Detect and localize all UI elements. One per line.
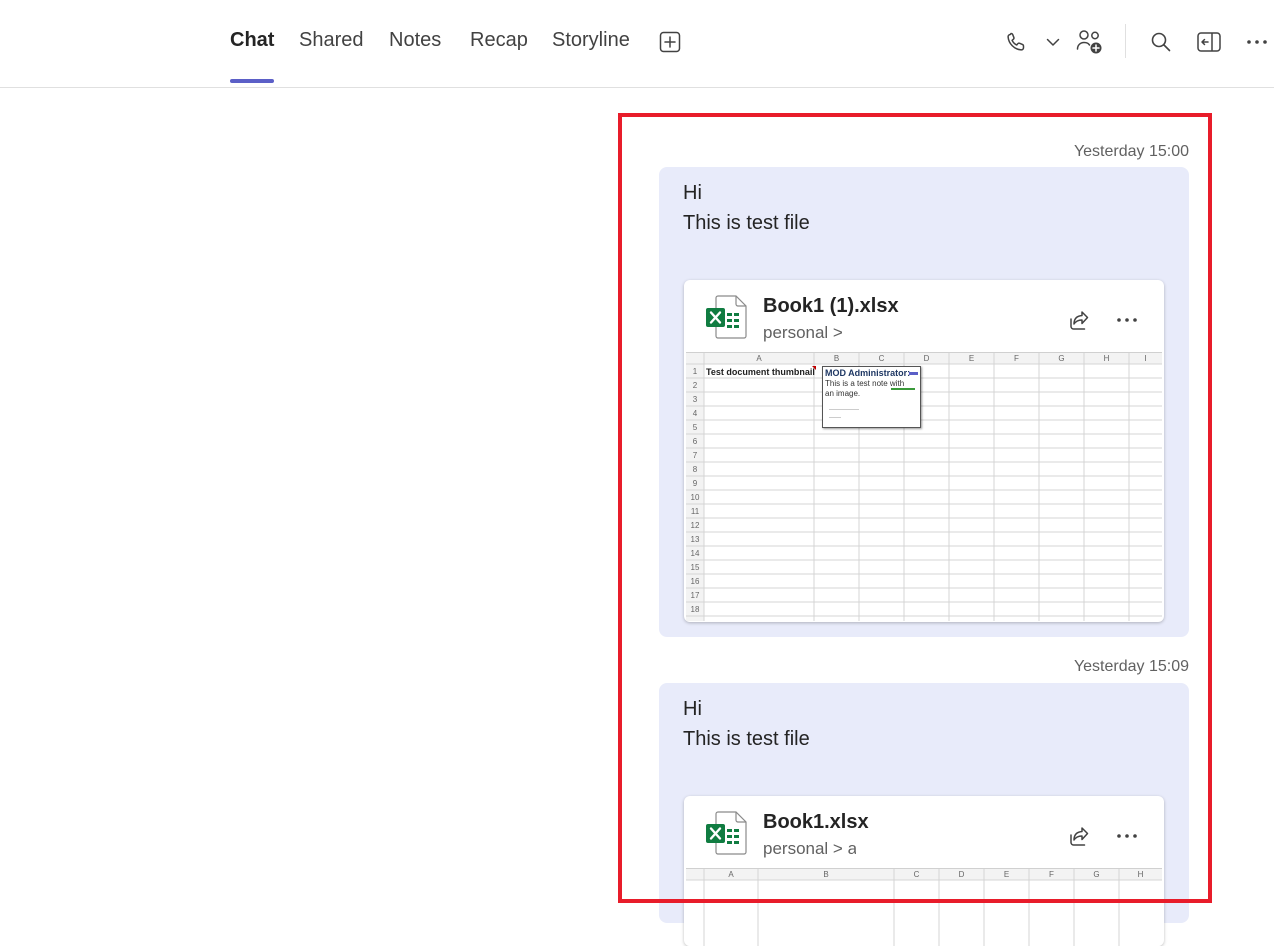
cell-comment: MOD Administrator: This is a test note w… [822,366,921,428]
comment-image-line [829,417,841,418]
spreadsheet-preview[interactable]: A B C D E F G H [686,868,1162,946]
share-icon[interactable] [1063,820,1095,852]
column-header: B [823,870,829,879]
spreadsheet-grid [686,353,1162,621]
file-attachment-card[interactable]: Book1 (1).xlsx personal > A B C D E F G … [684,280,1164,622]
excel-file-icon [704,294,750,340]
phone-icon[interactable] [1000,26,1032,58]
chat-message[interactable]: Hi This is test file Book1 (1).xlsx pers… [659,167,1189,637]
comment-marker [909,372,918,375]
row-number: 14 [690,549,700,558]
comment-author: MOD Administrator: [825,368,911,378]
column-header: D [958,870,965,879]
row-number: 16 [690,577,700,586]
add-people-icon[interactable] [1074,26,1106,58]
tab-shared[interactable]: Shared [299,29,364,52]
message-timestamp: Yesterday 15:00 [1073,143,1189,160]
column-header: F [1049,870,1054,879]
chevron-down-icon[interactable] [1037,26,1069,58]
column-header: G [1093,870,1100,879]
file-path: personal > a [763,839,858,858]
column-header: H [1137,870,1144,879]
spreadsheet-grid [686,869,1162,946]
chat-message[interactable]: Hi This is test file Book1.xlsx personal… [659,683,1189,946]
column-header: G [1058,354,1065,363]
row-number: 11 [690,507,700,516]
row-number: 18 [690,605,700,614]
comment-underline [891,388,915,390]
active-tab-indicator [230,79,274,83]
more-options-icon[interactable] [1111,820,1143,852]
column-header: E [1003,870,1010,879]
message-text-line: This is test file [683,212,810,234]
row-number: 1 [692,367,698,376]
message-timestamp: Yesterday 15:09 [1073,658,1189,675]
row-number: 9 [692,479,698,488]
message-text-line: This is test file [683,728,810,750]
header-divider [1125,24,1126,58]
file-name[interactable]: Book1 (1).xlsx [763,295,899,318]
column-header: E [968,354,975,363]
row-number: 13 [690,535,700,544]
tab-chat[interactable]: Chat [230,29,274,52]
column-header: H [1103,354,1110,363]
file-name[interactable]: Book1.xlsx [763,811,869,834]
column-header: A [728,870,734,879]
row-number: 4 [692,409,698,418]
row-number: 3 [692,395,698,404]
column-header: C [913,870,920,879]
redacted-path [856,838,1044,866]
column-header: A [756,354,762,363]
chat-header: Chat Shared Notes Recap Storyline [0,0,1274,88]
comment-text: an image. [825,389,861,398]
spreadsheet-preview[interactable]: A B C D E F G H I 1 2 3 4 5 6 7 8 9 10 1… [686,352,1162,621]
row-number: 15 [690,563,700,572]
cell-a1: Test document thumbnail [706,367,815,377]
tab-storyline[interactable]: Storyline [552,29,630,52]
row-number: 6 [692,437,698,446]
row-number: 17 [690,591,700,600]
comment-image-line [829,409,859,410]
search-icon[interactable] [1145,26,1177,58]
row-number: 7 [692,451,698,460]
column-header: B [833,354,840,363]
tab-recap[interactable]: Recap [470,29,528,52]
row-number: 12 [690,521,700,530]
row-number: 10 [690,493,700,502]
more-icon[interactable] [1241,26,1273,58]
add-tab-icon[interactable] [654,26,686,58]
row-number: 5 [692,423,698,432]
column-header: D [923,354,930,363]
more-options-icon[interactable] [1111,304,1143,336]
excel-file-icon [704,810,750,856]
file-attachment-card[interactable]: Book1.xlsx personal > a A B C D E F G H [684,796,1164,946]
share-icon[interactable] [1063,304,1095,336]
column-header: F [1014,354,1019,363]
message-text-line: Hi [683,698,702,720]
row-number: 8 [692,465,698,474]
message-text-line: Hi [683,182,702,204]
file-path: personal > [763,323,843,342]
tab-notes[interactable]: Notes [389,29,441,52]
column-header: C [878,354,885,363]
comment-text: This is a test note with [825,379,905,388]
redacted-path [852,322,1040,350]
row-number: 2 [692,381,698,390]
column-header: I [1144,354,1147,363]
side-panel-icon[interactable] [1193,26,1225,58]
